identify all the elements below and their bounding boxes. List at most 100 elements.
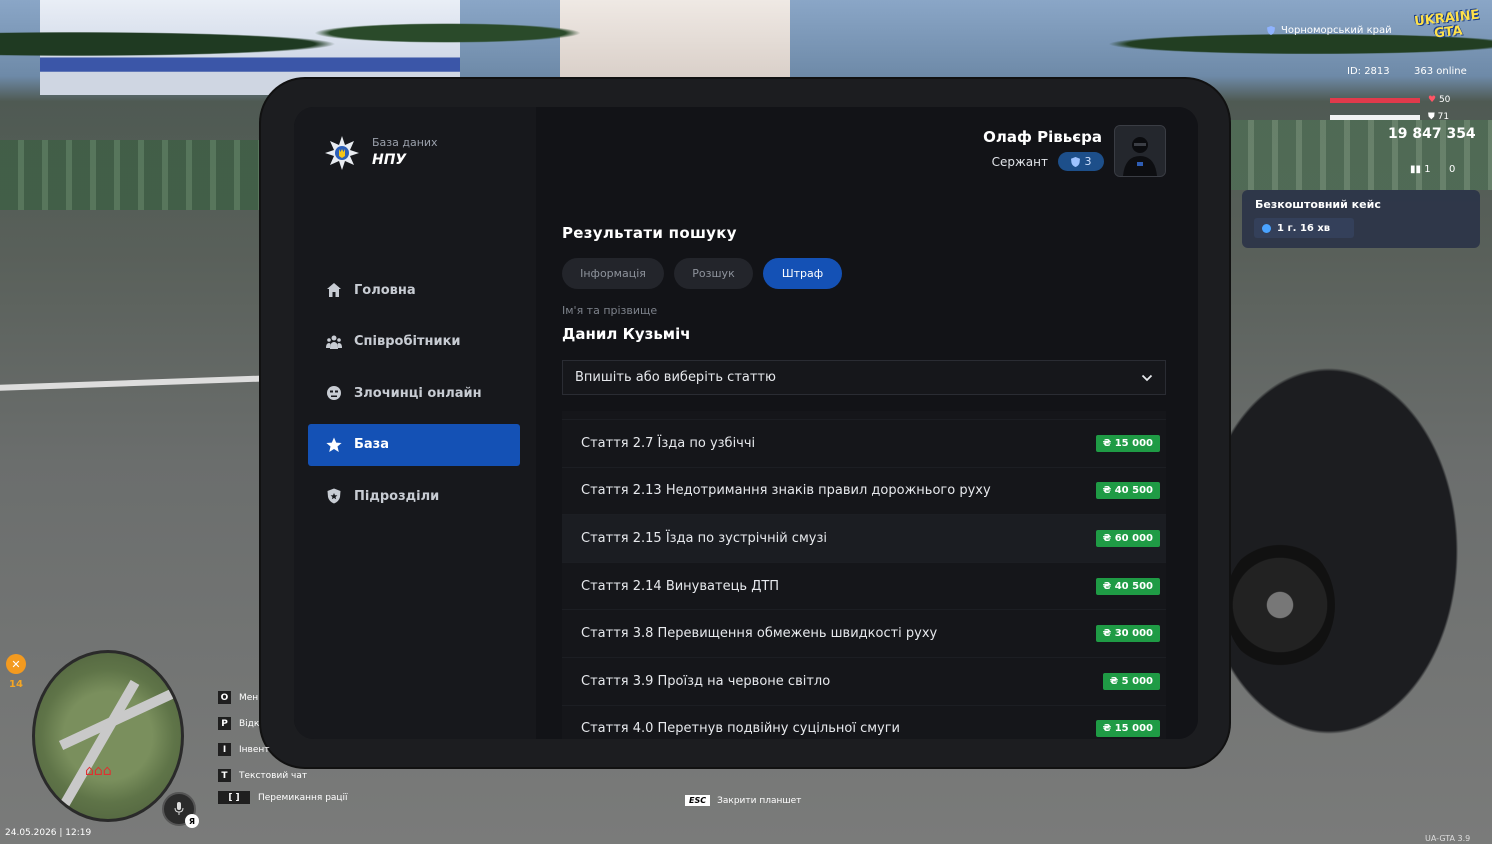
armor-icon: ⛊	[1428, 112, 1435, 122]
avatar	[1114, 125, 1166, 177]
esc-key: ESC	[685, 795, 711, 806]
sidebar-item-label: Злочинці онлайн	[354, 385, 482, 401]
name-field-label: Ім'я та прізвище	[562, 304, 658, 317]
user-rank: Сержант	[991, 155, 1048, 169]
stat-right: 0	[1449, 164, 1456, 175]
sidebar-item-units[interactable]: Підрозділи	[308, 475, 520, 517]
article-title: Стаття 2.14 Винуватець ДТП	[581, 578, 780, 594]
article-title: Стаття 3.8 Перевищення обмежень швидкост…	[581, 626, 938, 642]
case-title: Безкоштовний кейс	[1255, 198, 1381, 211]
case-timer: 1 г. 16 хв	[1254, 218, 1354, 238]
sidebar-item-employees[interactable]: Співробітники	[308, 321, 520, 363]
rank-level: 3	[1084, 155, 1092, 168]
article-row[interactable]: Стаття 2.15 Їзда по зустрічній смузі ₴ 6…	[562, 514, 1166, 562]
minimap: ⌂⌂⌂	[32, 650, 184, 822]
users-icon	[326, 334, 342, 350]
sidebar-item-label: База	[354, 437, 390, 452]
price-badge: ₴ 15 000	[1095, 434, 1160, 452]
hunger-value: 14	[9, 679, 23, 690]
tab-information[interactable]: Інформація	[562, 258, 664, 289]
background-fence	[0, 140, 270, 210]
background-car	[1220, 320, 1492, 740]
main-content: Олаф Рівьєра Сержант 3 Результати пошуку…	[536, 107, 1198, 739]
price-badge: ₴ 40 500	[1095, 577, 1160, 595]
money-value: 19 847 354	[1388, 126, 1476, 142]
tab-bar: Інформація Розшук Штраф	[562, 258, 842, 289]
price-badge: ₴ 5 000	[1102, 672, 1160, 690]
price-badge: ₴ 30 000	[1095, 625, 1160, 643]
sidebar-item-label: Головна	[354, 282, 416, 298]
health-value: ♥ 50	[1428, 95, 1451, 105]
tab-wanted[interactable]: Розшук	[674, 258, 753, 289]
price-badge: ₴ 60 000	[1095, 529, 1160, 547]
chevron-down-icon	[1141, 374, 1153, 381]
health-bar	[1330, 98, 1420, 103]
keybind-hint: P Відк	[218, 717, 259, 730]
article-row[interactable]: Стаття 3.9 Проїзд на червоне світло ₴ 5 …	[562, 656, 1166, 705]
article-row[interactable]: Стаття 4.0 Перетнув подвійну суцільної с…	[562, 704, 1166, 739]
shield-icon	[326, 488, 342, 504]
police-tablet: База даних НПУ Головна Співробітники Зло…	[261, 79, 1229, 767]
article-title: Стаття 2.13 Недотримання знаків правил д…	[581, 483, 991, 499]
article-title: Стаття 2.7 Їзда по узбіччі	[581, 435, 756, 451]
sidebar-item-label: Співробітники	[354, 334, 461, 349]
clock-icon	[1262, 223, 1271, 233]
bars-icon: ▮▮	[1410, 164, 1422, 175]
shield-icon	[1070, 156, 1080, 167]
keybind-hint: [ ] Перемикання рації	[218, 791, 348, 804]
sidebar-item-home[interactable]: Головна	[308, 269, 520, 311]
criminal-icon	[326, 385, 342, 401]
online-count: 363 online	[1414, 66, 1467, 77]
article-row[interactable]: Стаття 2.14 Винуватець ДТП ₴ 40 500	[562, 561, 1166, 610]
price-badge: ₴ 15 000	[1095, 720, 1160, 738]
shield-icon	[1267, 26, 1275, 35]
name-field-value: Данил Кузьміч	[562, 325, 691, 343]
article-title: Стаття 4.0 Перетнув подвійну суцільної с…	[581, 721, 900, 737]
version: UA-GTA 3.9	[1425, 834, 1471, 843]
datetime: 24.05.2026 | 12:19	[5, 828, 92, 838]
heart-icon: ♥	[1428, 95, 1437, 105]
mic-key: Я	[185, 814, 199, 828]
esc-label: Закрити планшет	[717, 795, 802, 806]
armor-bar	[1330, 115, 1420, 120]
hunger-icon: ✕	[6, 654, 26, 674]
avatar-image	[1115, 126, 1165, 176]
home-icon	[326, 282, 342, 298]
stat-left: ▮▮ 1	[1410, 164, 1431, 175]
sidebar-item-label: Підрозділи	[354, 488, 440, 504]
background-road-line	[0, 375, 270, 391]
article-list: Стаття 2.7 Їзда по узбіччі ₴ 15 000 Стат…	[562, 411, 1166, 739]
keybind-hint: O Мен	[218, 691, 258, 704]
close-tablet-hint: ESC Закрити планшет	[685, 795, 801, 806]
rank-badge: 3	[1058, 152, 1104, 171]
background-car-wheel	[1225, 540, 1335, 670]
armor-value: ⛊ 71	[1428, 112, 1450, 122]
article-title: Стаття 2.15 Їзда по зустрічній смузі	[581, 530, 827, 546]
article-row[interactable]: Стаття 2.7 Їзда по узбіччі ₴ 15 000	[562, 419, 1166, 467]
player-id: ID: 2813	[1347, 66, 1390, 77]
minimap-markers: ⌂⌂⌂	[85, 763, 112, 779]
article-select[interactable]: Впишіть або виберіть статтю	[562, 360, 1166, 395]
star-icon	[326, 437, 342, 453]
sidebar-item-criminals-online[interactable]: Злочинці онлайн	[308, 372, 520, 414]
sidebar-nav: Головна Співробітники Злочинці онлайн Ба…	[308, 269, 520, 527]
article-row[interactable]: Стаття 3.8 Перевищення обмежень швидкост…	[562, 609, 1166, 657]
sidebar: База даних НПУ Головна Співробітники Зло…	[294, 107, 536, 739]
logo-title: НПУ	[372, 152, 407, 168]
region-name: Чорноморський край	[1281, 25, 1392, 36]
article-row[interactable]: Стаття 2.13 Недотримання знаків правил д…	[562, 466, 1166, 515]
article-select-placeholder: Впишіть або виберіть статтю	[575, 370, 776, 385]
game-logo: UKRAINE GTA	[1413, 7, 1481, 42]
sidebar-item-database[interactable]: База	[308, 423, 520, 466]
tab-fine[interactable]: Штраф	[763, 258, 842, 289]
hud-region: Чорноморський край	[1267, 25, 1392, 36]
page-title: Результати пошуку	[562, 224, 737, 242]
keybind-hint: T Текстовий чат	[218, 769, 307, 782]
keybind-hint: I Інвент	[218, 743, 270, 756]
police-star-icon	[325, 136, 359, 170]
logo-subtitle: База даних	[372, 136, 438, 149]
free-case-widget[interactable]: Безкоштовний кейс 1 г. 16 хв	[1242, 190, 1480, 248]
user-name: Олаф Рівьєра	[983, 128, 1102, 146]
tablet-screen: База даних НПУ Головна Співробітники Зло…	[294, 107, 1198, 739]
price-badge: ₴ 40 500	[1095, 482, 1160, 500]
